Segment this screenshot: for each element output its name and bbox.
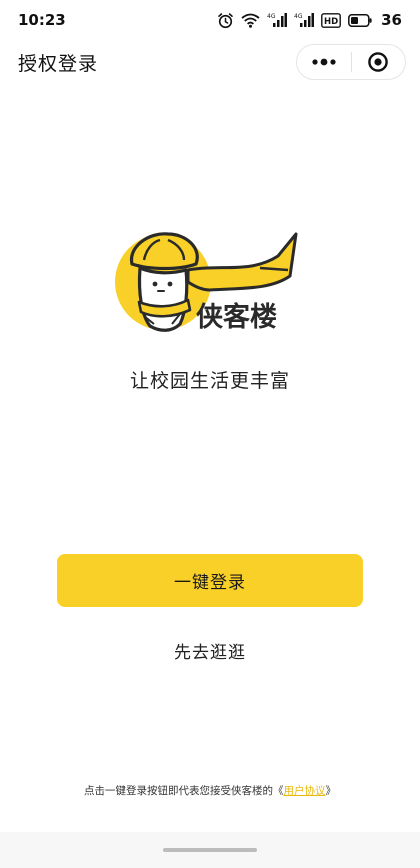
app-logo: 侠客楼 bbox=[110, 224, 310, 344]
agreement-suffix: 》 bbox=[325, 785, 337, 797]
nav-bar: 授权登录 bbox=[0, 40, 420, 84]
more-button[interactable] bbox=[297, 45, 351, 79]
status-time: 10:23 bbox=[18, 11, 66, 29]
network-label: 4G bbox=[267, 13, 276, 20]
wifi-icon bbox=[241, 13, 260, 28]
signal-4g-icon: 4G bbox=[267, 12, 288, 28]
alarm-icon bbox=[217, 12, 234, 29]
browse-first-link[interactable]: 先去逛逛 bbox=[0, 638, 420, 663]
target-circle-icon bbox=[367, 51, 389, 73]
network-label: 4G bbox=[294, 13, 303, 20]
agreement-prefix: 点击一键登录按钮即代表您接受侠客楼的《 bbox=[84, 785, 284, 797]
user-agreement-link[interactable]: 用户协议 bbox=[284, 785, 326, 797]
status-icons: 4G 4G HD 36 bbox=[217, 11, 402, 29]
logo-text: 侠客楼 bbox=[196, 301, 277, 333]
miniprogram-capsule bbox=[296, 44, 406, 80]
gesture-bar bbox=[0, 832, 420, 868]
page-title: 授权登录 bbox=[18, 52, 99, 75]
logo-hat bbox=[130, 232, 199, 271]
battery-icon bbox=[348, 13, 372, 27]
slogan: 让校园生活更丰富 bbox=[129, 370, 290, 392]
user-agreement-notice: 点击一键登录按钮即代表您接受侠客楼的《用户协议》 bbox=[0, 783, 420, 798]
close-button[interactable] bbox=[352, 45, 406, 79]
more-dots-icon bbox=[311, 58, 337, 66]
hd-icon: HD bbox=[321, 12, 342, 28]
battery-level: 36 bbox=[381, 11, 402, 29]
status-bar: 10:23 4G 4G HD 36 bbox=[0, 0, 420, 40]
signal-4g-icon: 4G bbox=[294, 12, 315, 28]
one-click-login-button[interactable]: 一键登录 bbox=[57, 554, 363, 607]
home-indicator[interactable] bbox=[163, 848, 257, 852]
logo-body bbox=[137, 266, 189, 332]
hd-label: HD bbox=[324, 17, 338, 27]
